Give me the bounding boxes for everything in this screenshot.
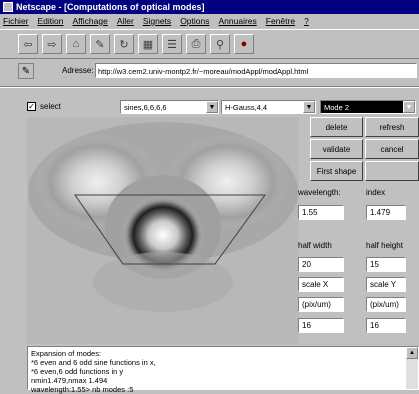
mode-dropdown[interactable]: Mode 2 ▼: [320, 100, 416, 114]
blank-button[interactable]: [365, 161, 419, 181]
unit-y-field[interactable]: (pix/um): [366, 297, 406, 312]
scale-y-field[interactable]: scale Y: [366, 277, 406, 292]
images-button[interactable]: ▦: [138, 34, 158, 54]
window-title: Netscape - [Computations of optical mode…: [16, 2, 205, 12]
menu-fichier[interactable]: Fichier: [3, 16, 29, 26]
validate-button[interactable]: validate: [310, 139, 363, 159]
index-field[interactable]: 1.479: [366, 205, 406, 220]
output-line: Expansion of modes:: [31, 349, 102, 358]
menu-signets[interactable]: Signets: [143, 16, 171, 26]
find-icon: ⚲: [215, 38, 225, 51]
edit-icon: ✎: [95, 38, 105, 51]
cancel-button[interactable]: cancel: [365, 139, 419, 159]
select-checkbox[interactable]: ✓: [27, 102, 36, 111]
basis-dropdown[interactable]: sines,6,6,6,6 ▼: [120, 100, 219, 114]
divider: [0, 86, 419, 88]
select-checkbox-row[interactable]: ✓ select: [27, 102, 61, 111]
output-line: *6 even,6 odd functions in y: [31, 367, 124, 376]
menu-edition[interactable]: Edition: [38, 16, 64, 26]
output-line: *6 even and 6 odd sine functions in x,: [31, 358, 156, 367]
home-icon: ⌂: [72, 38, 80, 50]
bookmark-icon[interactable]: ✎: [18, 63, 34, 79]
first-shape-button[interactable]: First shape: [310, 161, 363, 181]
select-label: select: [40, 102, 61, 111]
open-button[interactable]: ☰: [162, 34, 182, 54]
gauss-dropdown[interactable]: H-Gauss,4,4 ▼: [221, 100, 316, 114]
scale-y-value-field[interactable]: 16: [366, 318, 406, 333]
half-width-field[interactable]: 20: [298, 257, 344, 272]
home-button[interactable]: ⌂: [66, 34, 86, 54]
control-panel: delete refresh validate cancel First sha…: [298, 117, 419, 345]
chevron-down-icon: ▼: [206, 101, 218, 113]
applet-area: ✓ select sines,6,6,6,6 ▼ H-Gauss,4,4 ▼ M…: [0, 97, 419, 345]
wavelength-label: wavelength:: [298, 188, 341, 197]
toolbar: ⇦ ⇨ ⌂ ✎ ↻ ▦ ☰ ⎙ ⚲ ●: [0, 29, 419, 59]
forward-icon: ⇨: [47, 38, 57, 51]
menu-bar: Fichier Edition Affichage Aller Signets …: [0, 14, 419, 28]
gauss-dropdown-value: H-Gauss,4,4: [225, 103, 268, 112]
menu-fenetre[interactable]: Fenêtre: [266, 16, 295, 26]
menu-help[interactable]: ?: [304, 16, 309, 26]
stop-button[interactable]: ●: [234, 34, 254, 54]
output-textarea[interactable]: Expansion of modes: *6 even and 6 odd si…: [27, 346, 419, 394]
mode-field-plot[interactable]: [27, 117, 299, 344]
open-icon: ☰: [167, 38, 177, 51]
scale-x-field[interactable]: scale X: [298, 277, 344, 292]
half-height-field[interactable]: 15: [366, 257, 406, 272]
refresh-button[interactable]: refresh: [365, 117, 419, 137]
half-height-label: half height: [366, 241, 403, 250]
wavelength-field[interactable]: 1.55: [298, 205, 344, 220]
output-line: nmin1.479,nmax 1.494: [31, 376, 108, 385]
chevron-down-icon: ▼: [403, 101, 415, 113]
images-icon: ▦: [142, 38, 154, 51]
menu-aller[interactable]: Aller: [117, 16, 134, 26]
unit-x-field[interactable]: (pix/um): [298, 297, 344, 312]
forward-button[interactable]: ⇨: [42, 34, 62, 54]
mode-dropdown-value: Mode 2: [324, 103, 350, 112]
output-scrollbar[interactable]: ▲: [406, 347, 418, 389]
half-width-label: half width: [298, 241, 332, 250]
scale-x-value-field[interactable]: 16: [298, 318, 344, 333]
field-lower-contour: [93, 252, 233, 312]
menu-affichage[interactable]: Affichage: [73, 16, 108, 26]
address-bar: ✎ Adresse: http://w3.cem2.univ-montp2.fr…: [0, 61, 419, 81]
back-button[interactable]: ⇦: [18, 34, 38, 54]
edit-button[interactable]: ✎: [90, 34, 110, 54]
netscape-logo-icon: [3, 2, 13, 12]
menu-annuaires[interactable]: Annuaires: [218, 16, 256, 26]
back-icon: ⇦: [23, 38, 33, 51]
index-label: index: [366, 188, 386, 197]
print-icon: ⎙: [191, 37, 201, 50]
reload-icon: ↻: [119, 38, 129, 51]
address-input[interactable]: http://w3.cem2.univ-montp2.fr/~moreau/mo…: [95, 63, 417, 78]
reload-button[interactable]: ↻: [114, 34, 134, 54]
print-button[interactable]: ⎙: [186, 34, 206, 54]
stop-icon: ●: [240, 38, 248, 50]
basis-dropdown-value: sines,6,6,6,6: [124, 103, 167, 112]
delete-button[interactable]: delete: [310, 117, 363, 137]
find-button[interactable]: ⚲: [210, 34, 230, 54]
address-label: Adresse:: [62, 66, 94, 75]
scroll-up-icon[interactable]: ▲: [406, 347, 418, 359]
menu-options[interactable]: Options: [180, 16, 209, 26]
title-bar: Netscape - [Computations of optical mode…: [0, 0, 419, 14]
chevron-down-icon: ▼: [303, 101, 315, 113]
